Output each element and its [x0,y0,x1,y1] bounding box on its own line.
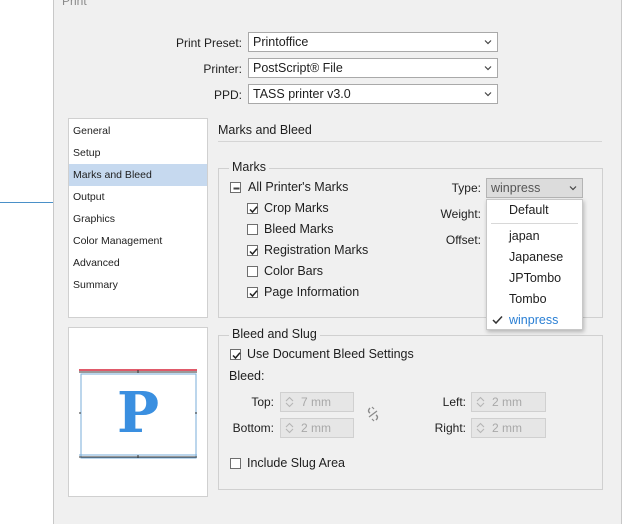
print-preset-value: Printoffice [253,35,309,49]
use-document-bleed-label: Use Document Bleed Settings [247,347,414,361]
menu-item-japanese[interactable]: Japanese [509,250,563,264]
include-slug-label: Include Slug Area [247,456,345,470]
registration-marks-label: Registration Marks [264,243,369,257]
menu-item-winpress[interactable]: winpress [509,313,558,327]
sidebar-item-setup[interactable]: Setup [69,142,207,164]
preview-letter: P [117,380,159,446]
chevron-down-icon [484,40,492,45]
type-dropdown-menu: Default japan Japanese JPTombo Tombo win… [486,199,583,330]
page-preview: P [68,327,208,497]
bleed-slug-legend: Bleed and Slug [229,327,320,341]
type-select-value: winpress [491,181,541,195]
spinner-icon [476,422,485,434]
printer-select[interactable]: PostScript® File [248,58,498,78]
checkmark-icon [249,206,258,214]
checkmark-icon [249,248,258,256]
sidebar-item-output[interactable]: Output [69,186,207,208]
type-select[interactable]: winpress [486,178,583,198]
printer-label: Printer: [203,62,242,76]
spinner-icon [285,422,294,434]
spinner-icon [285,396,294,408]
sidebar-item-summary[interactable]: Summary [69,274,207,296]
page-information-checkbox[interactable] [247,287,258,298]
page-preview-graphic: P [79,369,197,459]
sidebar-item-advanced[interactable]: Advanced [69,252,207,274]
use-document-bleed-checkbox[interactable] [230,349,241,360]
panel-divider [218,141,602,142]
crop-marks-checkbox[interactable] [247,203,258,214]
dialog-title: Print [62,0,87,8]
print-preset-select[interactable]: Printoffice [248,32,498,52]
all-printers-marks-label: All Printer's Marks [248,180,349,194]
bleed-left-input[interactable]: 2 mm [471,392,546,412]
chevron-down-icon [484,66,492,71]
broken-link-icon[interactable] [366,405,380,423]
bleed-top-input[interactable]: 7 mm [280,392,354,412]
marks-legend: Marks [229,160,270,174]
chevron-down-icon [484,92,492,97]
bleed-label: Bleed: [229,369,265,383]
ppd-select[interactable]: TASS printer v3.0 [248,84,498,104]
weight-label: Weight: [440,207,481,221]
bleed-right-value: 2 mm [492,421,522,435]
sidebar-item-graphics[interactable]: Graphics [69,208,207,230]
bleed-bottom-value: 2 mm [301,421,331,435]
bleed-bottom-input[interactable]: 2 mm [280,418,354,438]
print-preset-label: Print Preset: [175,36,242,50]
sidebar-item-general[interactable]: General [69,120,207,142]
ppd-label: PPD: [213,88,242,102]
offset-label: Offset: [445,233,481,247]
bleed-marks-checkbox[interactable] [247,224,258,235]
crop-marks-label: Crop Marks [264,201,329,215]
printer-value: PostScript® File [253,61,343,75]
menu-separator [491,223,578,224]
panel-title: Marks and Bleed [218,123,312,137]
menu-item-default[interactable]: Default [509,203,549,217]
category-list: General Setup Marks and Bleed Output Gra… [68,118,208,318]
ppd-value: TASS printer v3.0 [253,87,351,101]
registration-marks-checkbox[interactable] [247,245,258,256]
bleed-top-value: 7 mm [301,395,331,409]
menu-item-japan[interactable]: japan [509,229,540,243]
bleed-marks-label: Bleed Marks [264,222,334,236]
bleed-bottom-label: Bottom: [232,421,274,435]
page-information-label: Page Information [264,285,360,299]
sidebar-item-color-management[interactable]: Color Management [69,230,207,252]
checkmark-icon [249,290,258,298]
checkmark-icon [232,352,241,360]
checkmark-icon [492,315,503,325]
chevron-down-icon [569,186,577,191]
background-guide-line [0,202,53,203]
bleed-top-label: Top: [251,395,274,409]
bleed-right-input[interactable]: 2 mm [471,418,546,438]
bleed-right-label: Right: [434,421,466,435]
mixed-state-icon [233,187,240,190]
menu-item-tombo[interactable]: Tombo [509,292,547,306]
include-slug-checkbox[interactable] [230,458,241,469]
menu-item-jptombo[interactable]: JPTombo [509,271,561,285]
spinner-icon [476,396,485,408]
sidebar-item-marks-and-bleed[interactable]: Marks and Bleed [69,164,207,186]
bleed-left-label: Left: [442,395,466,409]
color-bars-checkbox[interactable] [247,266,258,277]
color-bars-label: Color Bars [264,264,324,278]
all-printers-marks-checkbox[interactable] [230,182,241,193]
bleed-left-value: 2 mm [492,395,522,409]
type-label: Type: [451,181,481,195]
